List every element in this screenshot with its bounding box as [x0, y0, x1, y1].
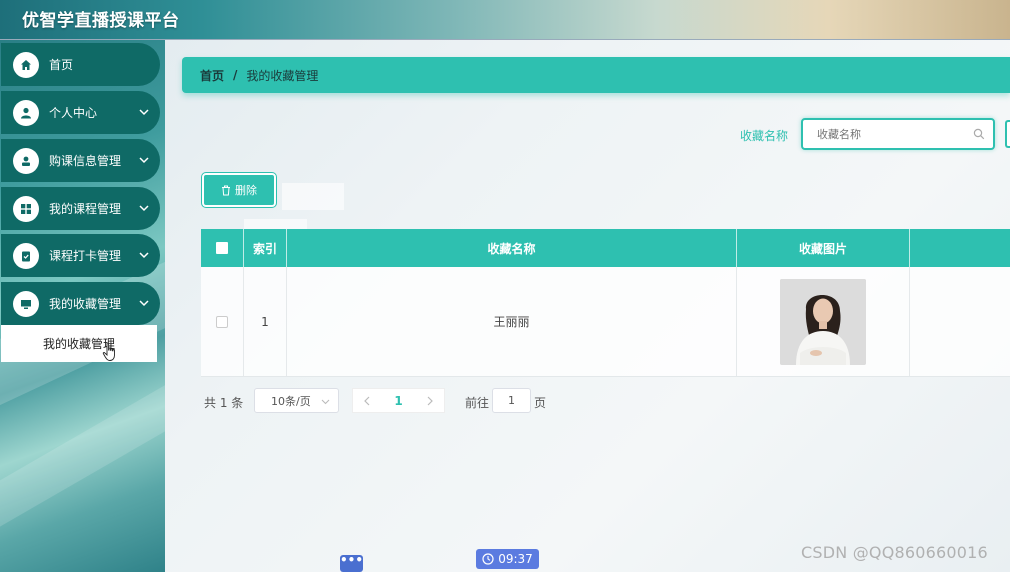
favorites-table: 索引 收藏名称 收藏图片 1 王丽丽 [201, 229, 1010, 377]
submenu-item-favorites-management[interactable]: 我的收藏管理 [1, 325, 157, 362]
top-header: 优智学直播授课平台 [0, 0, 1010, 40]
row-actions-cell [910, 267, 1010, 376]
row-checkbox[interactable] [216, 315, 228, 328]
sidebar-item-my-courses[interactable]: 我的课程管理 [1, 187, 160, 230]
watermark: CSDN @QQ860660016 [801, 543, 988, 562]
table-header: 索引 收藏名称 收藏图片 [201, 229, 1010, 267]
monitor-icon [13, 290, 39, 317]
sidebar-item-label: 课程打卡管理 [49, 249, 122, 263]
search-field[interactable] [801, 118, 995, 150]
goto-page-input[interactable]: 1 [492, 388, 531, 413]
trash-icon [222, 185, 230, 195]
row-index: 1 [244, 267, 287, 376]
sidebar-item-label: 个人中心 [49, 106, 98, 120]
clock-icon [482, 553, 494, 565]
sidebar-item-label: 我的收藏管理 [49, 297, 122, 311]
person-card-icon [13, 147, 39, 174]
sidebar-item-label: 购课信息管理 [49, 154, 122, 168]
search-label: 收藏名称 [740, 129, 789, 143]
sidebar-item-my-favorites[interactable]: 我的收藏管理 [1, 282, 160, 325]
toolbar-placeholder [244, 219, 307, 229]
table-row[interactable]: 1 王丽丽 [201, 267, 1010, 377]
column-header-image: 收藏图片 [737, 229, 910, 267]
column-header-name: 收藏名称 [287, 229, 737, 267]
grid-icon [13, 195, 39, 222]
pager-controls: 1 [352, 388, 445, 413]
row-name: 王丽丽 [287, 267, 737, 376]
sidebar-item-personal-center[interactable]: 个人中心 [1, 91, 160, 134]
chevron-down-icon [139, 300, 149, 307]
clock-widget[interactable]: 09:37 [476, 549, 539, 569]
next-page-icon[interactable] [426, 396, 434, 406]
sidebar-item-course-checkin[interactable]: 课程打卡管理 [1, 234, 160, 277]
sidebar-item-label: 我的课程管理 [49, 202, 122, 216]
breadcrumb: 首页 / 我的收藏管理 [182, 57, 1010, 93]
breadcrumb-home[interactable]: 首页 [200, 67, 224, 84]
hand-cursor-icon [102, 342, 115, 361]
total-count: 共 1 条 [204, 396, 244, 410]
row-select-cell [201, 267, 244, 376]
current-page-number[interactable]: 1 [394, 394, 402, 408]
user-icon [13, 99, 39, 126]
prev-page-icon[interactable] [363, 396, 371, 406]
page-size-select[interactable]: 10条/页 [254, 388, 339, 413]
page-size-value: 10条/页 [271, 394, 311, 408]
clock-time: 09:37 [498, 552, 533, 566]
goto-label: 前往 [465, 396, 490, 410]
search-input[interactable] [803, 120, 963, 148]
delete-button-label: 删除 [235, 184, 257, 197]
chat-button[interactable]: ••• [340, 554, 363, 572]
favorite-photo[interactable] [780, 278, 866, 365]
sidebar-item-label: 首页 [49, 58, 74, 72]
breadcrumb-separator: / [233, 68, 238, 82]
toolbar-placeholder [282, 183, 344, 210]
search-button[interactable] [1005, 120, 1010, 148]
select-all-cell [201, 229, 244, 267]
chevron-down-icon [139, 252, 149, 259]
chevron-down-icon [321, 399, 330, 405]
select-all-checkbox[interactable] [216, 242, 228, 254]
chevron-down-icon [139, 205, 149, 212]
column-header-index: 索引 [244, 229, 287, 267]
delete-button[interactable]: 删除 [202, 173, 276, 207]
breadcrumb-current: 我的收藏管理 [246, 68, 319, 83]
search-icon[interactable] [973, 128, 985, 140]
sidebar-item-purchase-info[interactable]: 购课信息管理 [1, 139, 160, 182]
chevron-down-icon [139, 109, 149, 116]
chevron-down-icon [139, 157, 149, 164]
row-image-cell [737, 267, 910, 376]
clipboard-check-icon [13, 242, 39, 269]
sidebar-item-home[interactable]: 首页 [1, 43, 160, 86]
goto-suffix: 页 [534, 396, 547, 410]
home-icon [13, 51, 39, 78]
column-header-actions [910, 229, 1010, 267]
portrait-photo-image [780, 278, 866, 365]
app-title: 优智学直播授课平台 [22, 11, 180, 31]
